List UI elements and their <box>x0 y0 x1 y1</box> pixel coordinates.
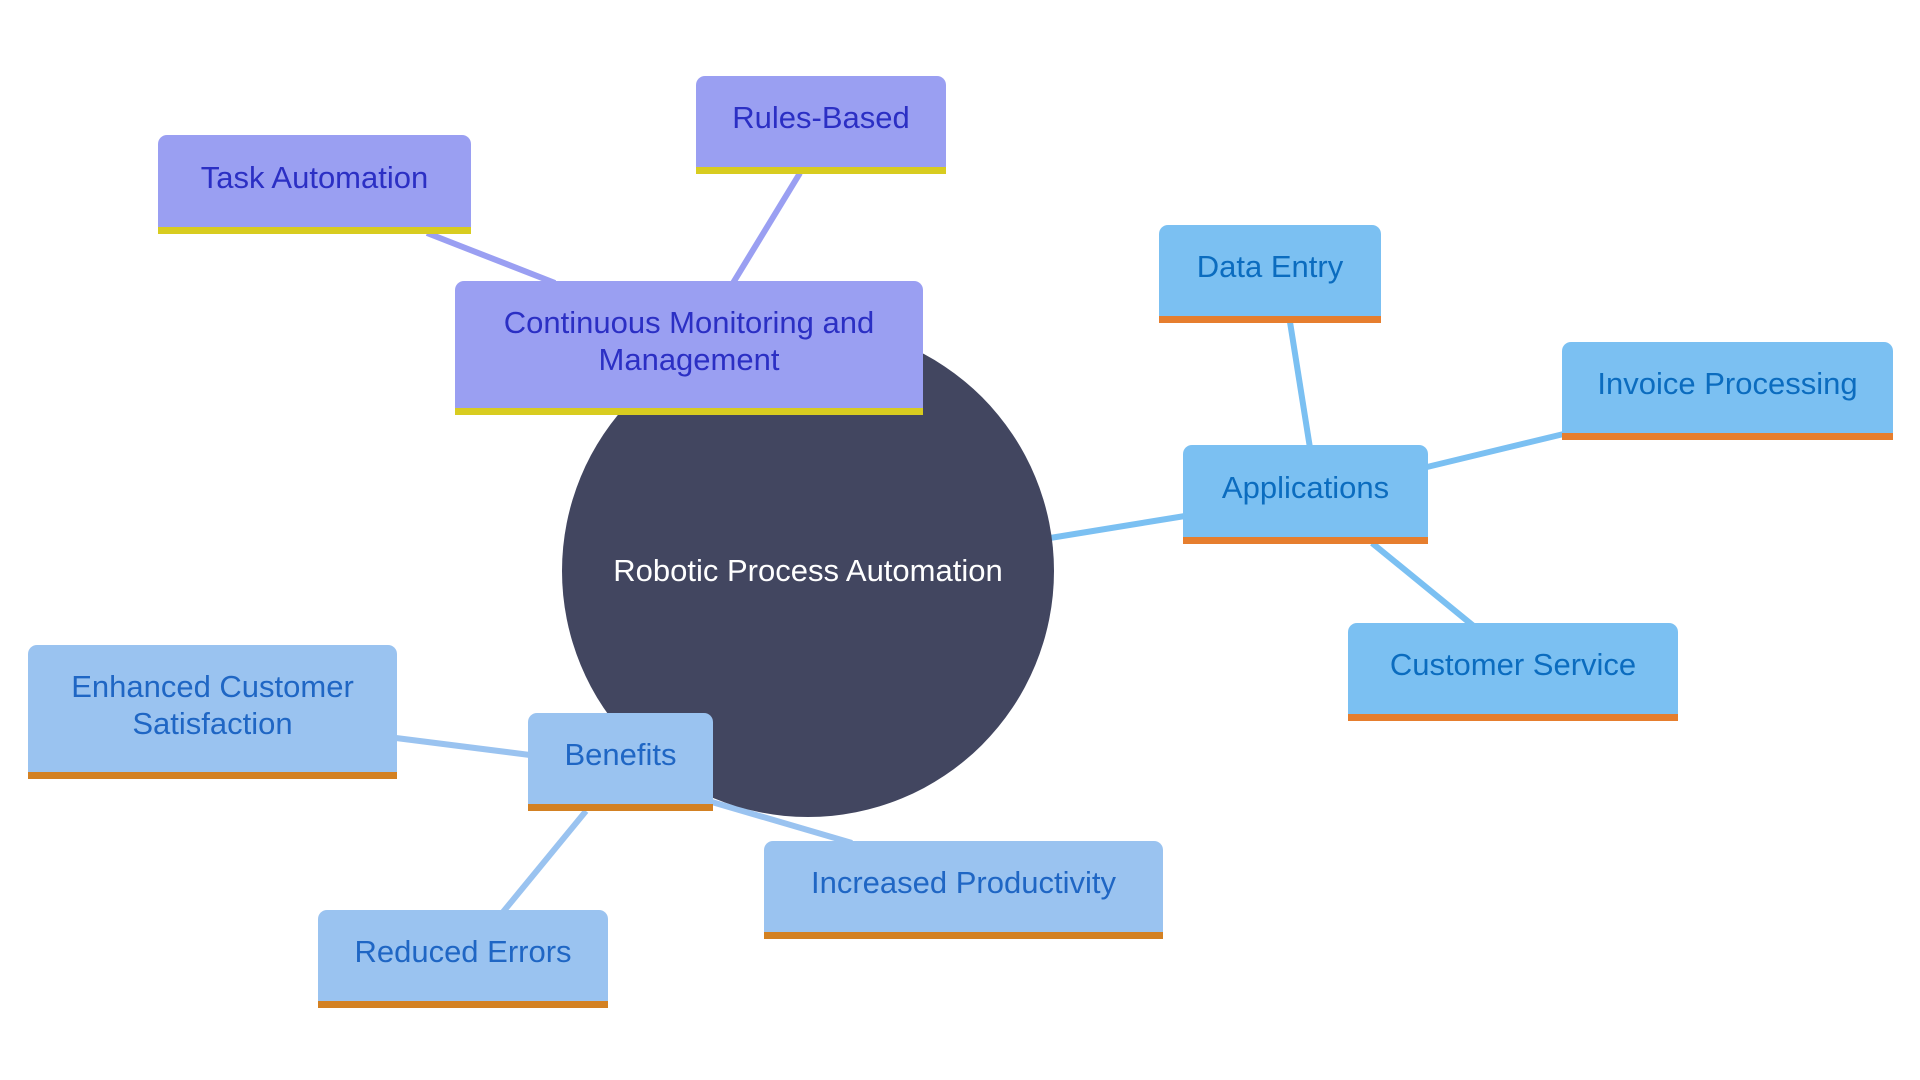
link-enhanced-customer-satisfaction <box>395 735 531 758</box>
node-label: Rules-Based <box>732 100 910 135</box>
node-label: Enhanced Customer Satisfaction <box>71 668 354 741</box>
link-customer-service <box>1370 540 1478 631</box>
node-customer-service[interactable]: Customer Service <box>1348 623 1678 721</box>
node-label: Benefits <box>564 737 677 772</box>
node-benefits[interactable]: Benefits <box>528 713 713 811</box>
node-applications[interactable]: Applications <box>1183 445 1428 544</box>
node-invoice-processing[interactable]: Invoice Processing <box>1562 342 1893 440</box>
node-rules-based[interactable]: Rules-Based <box>696 76 946 174</box>
node-label: Data Entry <box>1196 249 1344 284</box>
link-task-automation <box>425 230 557 286</box>
node-label: Applications <box>1221 469 1390 505</box>
node-label: Reduced Errors <box>354 934 572 969</box>
node-label: Customer Service <box>1389 647 1637 682</box>
node-reduced-errors[interactable]: Reduced Errors <box>318 910 608 1008</box>
node-continuous-monitoring[interactable]: Continuous Monitoring and Management <box>455 281 923 415</box>
node-label: Invoice Processing <box>1597 366 1858 401</box>
link-rules-based <box>730 171 803 285</box>
node-label: Continuous Monitoring and Management <box>503 304 875 377</box>
mindmap-canvas: Robotic Process Automation Continuous Mo… <box>0 0 1920 1080</box>
node-task-automation[interactable]: Task Automation <box>158 135 471 234</box>
link-invoice-processing <box>1426 429 1573 470</box>
link-data-entry <box>1287 321 1313 449</box>
root-node-label: Robotic Process Automation <box>613 553 1003 588</box>
link-reduced-errors <box>500 809 589 914</box>
node-label: Increased Productivity <box>811 865 1116 900</box>
node-increased-productivity[interactable]: Increased Productivity <box>764 841 1163 939</box>
node-enhanced-customer-satisfaction[interactable]: Enhanced Customer Satisfaction <box>28 645 397 779</box>
node-label: Task Automation <box>200 159 429 195</box>
link-applications-root <box>1049 513 1186 541</box>
node-data-entry[interactable]: Data Entry <box>1159 225 1381 323</box>
